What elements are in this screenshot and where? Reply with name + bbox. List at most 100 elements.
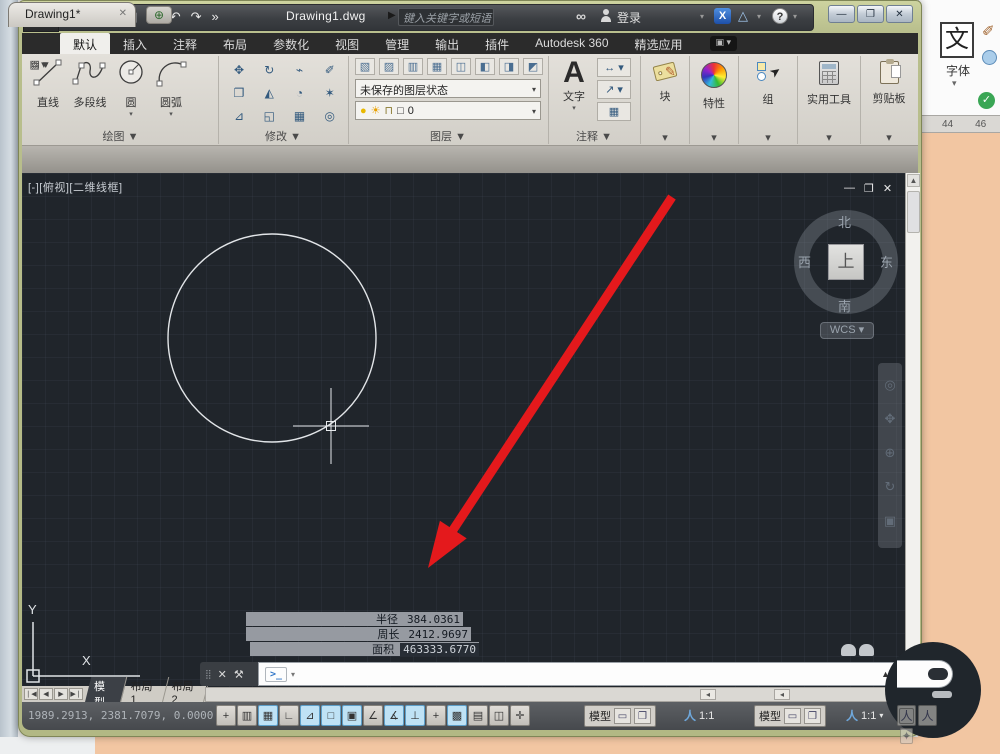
search-binoculars-icon[interactable]: ∞ [576, 8, 586, 24]
circle-caret-icon[interactable]: ▾ [112, 110, 150, 118]
drag-grip-icon[interactable]: ⣿ [205, 669, 212, 680]
navbar-tool-icon[interactable]: ↻ [885, 479, 896, 495]
viewcube-north[interactable]: 北 [838, 212, 851, 231]
panel-block-caret[interactable]: ▾ [641, 131, 689, 144]
layer-tool[interactable]: ◩ [523, 58, 543, 75]
viewcube-top-face[interactable]: 上 [828, 244, 864, 280]
command-line-handle[interactable]: ⣿ ✕ ⚒ [200, 662, 258, 686]
quick-view-layouts-icon[interactable]: ▭ [784, 708, 801, 724]
modify-tool[interactable]: ✐ [318, 60, 342, 80]
window-control-button[interactable]: — [828, 5, 855, 23]
navbar-tool-icon[interactable]: ⊕ [885, 445, 896, 461]
layer-state-dropdown[interactable]: 未保存的图层状态 ▾ [355, 79, 541, 98]
circle-tool[interactable]: 圆 ▾ [112, 58, 150, 118]
modify-tool[interactable]: ⌁ [288, 60, 312, 80]
quick-view-layouts-icon[interactable]: ▭ [614, 708, 631, 724]
ribbon-tab[interactable]: 插件 [472, 33, 522, 54]
drafting-toggle-button[interactable]: ∡ [384, 705, 404, 726]
modify-tool[interactable]: ◔ [288, 83, 312, 103]
ribbon-tab[interactable]: 注释 [160, 33, 210, 54]
panel-annotation-label[interactable]: 注释 ▼ [549, 128, 639, 144]
scroll-left-icon[interactable]: ◂ [774, 689, 790, 700]
layer-on-icon[interactable]: ● [360, 105, 367, 117]
scrollbar-thumb[interactable] [907, 191, 920, 233]
panel-draw-label[interactable]: 绘图 ▼ [24, 128, 217, 144]
annotation-autoscale-icon[interactable]: 人 [918, 705, 937, 726]
command-input[interactable]: >_ ▾ ▲ [258, 662, 897, 686]
layer-tool[interactable]: ▨ [379, 58, 399, 75]
modify-tool[interactable]: ◭ [257, 83, 281, 103]
draw-extra-tool[interactable]: ▨ ▾ [24, 54, 54, 74]
shape-tool-icon[interactable] [982, 50, 997, 65]
modify-tool[interactable]: ❐ [227, 83, 251, 103]
arc-caret-icon[interactable]: ▾ [152, 110, 190, 118]
scroll-left-icon[interactable]: ◂ [700, 689, 716, 700]
panel-modify-label[interactable]: 修改 ▼ [219, 128, 347, 144]
help-button[interactable]: ? [772, 8, 788, 24]
annotation-visibility-icon[interactable]: 人✦ [897, 705, 916, 744]
viewcube-west[interactable]: 西 [798, 252, 811, 271]
ribbon-tab[interactable]: 布局 [210, 33, 260, 54]
layer-tool[interactable]: ▥ [403, 58, 423, 75]
sign-in-caret-icon[interactable]: ▾ [700, 12, 704, 21]
layer-dropdown[interactable]: ● ☀ ⊓ □ 0 ▾ [355, 101, 541, 120]
panel-group-caret[interactable]: ▾ [739, 131, 797, 144]
modify-tool[interactable]: ↻ [257, 60, 281, 80]
annotation-scale-dropdown[interactable]: 人 1:1 ▾ [846, 707, 883, 724]
drafting-toggle-button[interactable]: ⊿ [300, 705, 320, 726]
viewcube-south[interactable]: 南 [838, 296, 851, 315]
model-button[interactable]: 模型 [759, 708, 781, 724]
layout-nav-button[interactable]: ◀ [39, 688, 53, 700]
navbar-tool-icon[interactable]: ◎ [884, 377, 895, 393]
clipboard-tool[interactable]: 剪贴板 [861, 59, 917, 106]
qat-button[interactable]: » [212, 9, 219, 25]
exchange-apps-icon[interactable]: X [714, 8, 731, 24]
drafting-toggle-button[interactable]: ▥ [237, 705, 257, 726]
text-tool[interactable]: A 文字 ▾ [557, 58, 591, 113]
layer-lock-icon[interactable]: ⊓ [385, 104, 394, 117]
modify-tool[interactable]: ✥ [227, 60, 251, 80]
layout-nav-button[interactable]: ❘◀ [24, 688, 38, 700]
layer-tool[interactable]: ▧ [355, 58, 375, 75]
brush-icon[interactable]: ✐ [982, 22, 995, 40]
modify-tool[interactable]: ▦ [288, 106, 312, 126]
panel-properties-caret[interactable]: ▾ [690, 131, 738, 144]
layer-tool[interactable]: ◧ [475, 58, 495, 75]
wcs-dropdown[interactable]: WCS ▾ [820, 322, 874, 339]
drafting-toggle-button[interactable]: ⊥ [405, 705, 425, 726]
sign-in-button[interactable]: 登录 [617, 9, 641, 26]
ribbon-tab[interactable]: 视图 [322, 33, 372, 54]
drafting-toggle-button[interactable]: ▣ [342, 705, 362, 726]
block-tool[interactable]: ✎ 块 [641, 61, 689, 104]
layer-tool[interactable]: ▦ [427, 58, 447, 75]
command-tools-icon[interactable]: ⚒ [234, 668, 244, 681]
ribbon-tab[interactable]: 输出 [422, 33, 472, 54]
font-tool-icon[interactable]: 文 [940, 22, 974, 58]
modify-tool[interactable]: ⊿ [227, 106, 251, 126]
connect-icon[interactable]: ▣ ▾ [709, 36, 738, 51]
viewport-label[interactable]: [-][俯视][二维线框] [28, 179, 123, 195]
drafting-toggle-button[interactable]: ✛ [510, 705, 530, 726]
window-control-button[interactable]: ❐ [857, 5, 884, 23]
drafting-toggle-button[interactable]: ▩ [447, 705, 467, 726]
horizontal-scrollbar[interactable]: ◂ ◂ [205, 687, 905, 702]
drafting-toggle-button[interactable]: ∠ [363, 705, 383, 726]
text-caret-icon[interactable]: ▾ [557, 104, 591, 112]
panel-layers-label[interactable]: 图层 ▼ [349, 128, 547, 144]
navbar-tool-icon[interactable]: ▣ [884, 513, 896, 529]
drafting-toggle-button[interactable]: ▤ [468, 705, 488, 726]
group-tool[interactable]: ➤ 组 [739, 62, 797, 107]
command-close-icon[interactable]: ✕ [218, 668, 227, 681]
utilities-tool[interactable]: 实用工具 [798, 61, 860, 107]
viewcube-east[interactable]: 东 [880, 252, 893, 271]
title-play-icon[interactable]: ▶ [388, 10, 396, 21]
autodesk360-icon[interactable]: △ [738, 8, 748, 24]
viewport-control-button[interactable]: ❐ [864, 182, 874, 195]
a360-caret-icon[interactable]: ▾ [757, 12, 761, 21]
ribbon-tab[interactable]: 精选应用 [622, 33, 696, 54]
annotation-tool[interactable]: ▦ [597, 102, 631, 121]
ribbon-tab[interactable]: 管理 [372, 33, 422, 54]
drafting-toggle-button[interactable]: ▦ [258, 705, 278, 726]
layout-nav-button[interactable]: ▶❘ [69, 688, 83, 700]
modify-tool[interactable]: ◱ [257, 106, 281, 126]
